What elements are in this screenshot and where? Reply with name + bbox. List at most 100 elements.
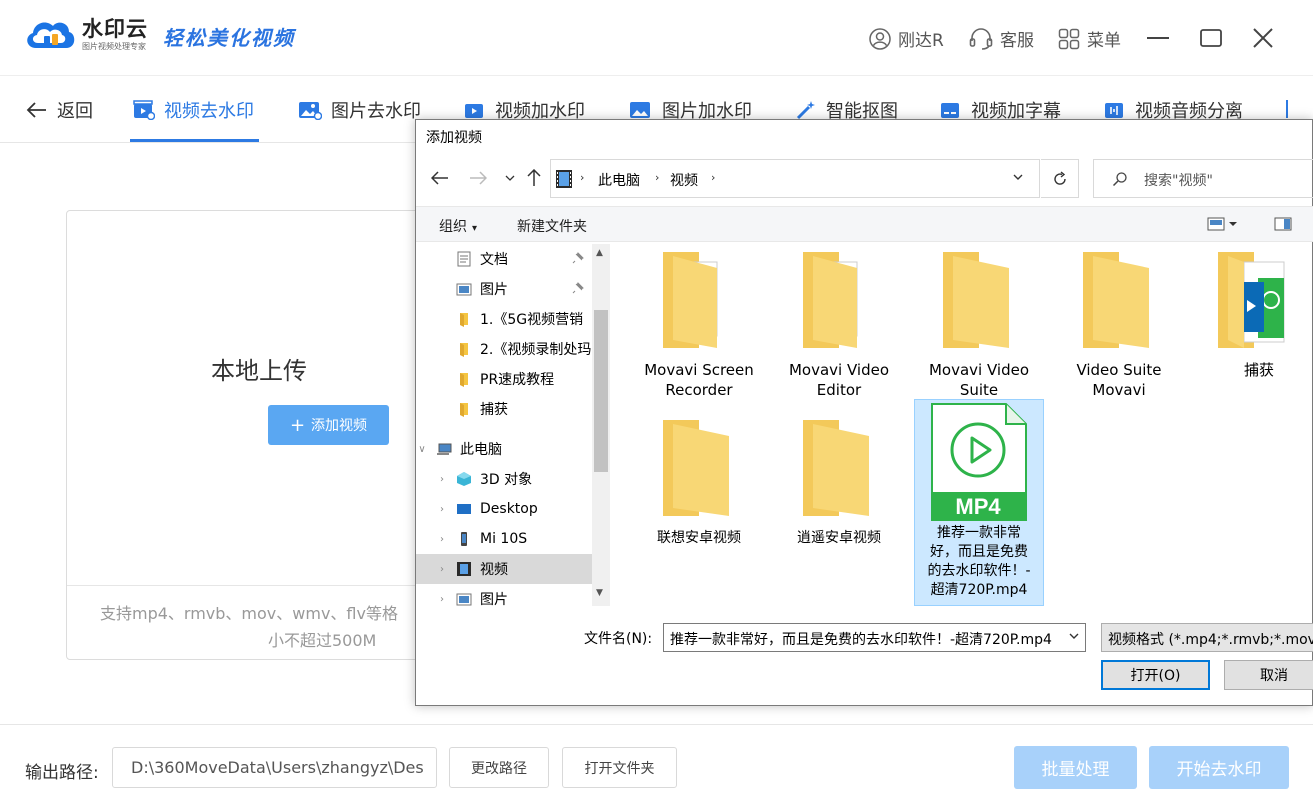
expand-chevron-icon[interactable]: › xyxy=(436,534,448,545)
filename-label: 文件名(N): xyxy=(584,631,653,647)
nav-item-3d-objects[interactable]: › 3D 对象 xyxy=(416,464,592,494)
search-placeholder: 搜索"视频" xyxy=(1144,173,1213,189)
mp4-badge: MP4 xyxy=(955,494,1001,519)
add-video-button[interactable]: + 添加视频 xyxy=(268,405,389,445)
file-item-folder[interactable]: 联想安卓视频 xyxy=(634,412,764,548)
expand-chevron-icon[interactable]: › xyxy=(436,594,448,605)
nav-item-label: 文档 xyxy=(480,252,508,268)
nav-item-documents[interactable]: 文档 xyxy=(416,244,592,274)
tab-video-remove-watermark[interactable]: 视频去水印 xyxy=(133,97,254,123)
nav-item-this-pc[interactable]: ∨ 此电脑 xyxy=(416,434,592,464)
open-folder-button[interactable]: 打开文件夹 xyxy=(562,747,677,788)
tab-label: 图片去水印 xyxy=(331,101,421,122)
nav-item-desktop[interactable]: › Desktop xyxy=(416,494,592,524)
cloud-logo-icon xyxy=(27,22,75,48)
folder-icon xyxy=(1083,252,1149,348)
arrow-left-icon xyxy=(431,171,448,185)
filename-input[interactable]: 推荐一款非常好，而且是免费的去水印软件！-超清720P.mp4 xyxy=(663,623,1086,652)
chevron-down-icon[interactable] xyxy=(1012,171,1024,183)
file-name: Movavi Video Editor xyxy=(788,361,890,399)
open-button[interactable]: 打开(O) xyxy=(1101,660,1210,690)
tab-image-remove-watermark[interactable]: 图片去水印 xyxy=(298,97,421,123)
scrollbar-thumb[interactable] xyxy=(594,310,608,472)
file-item-folder[interactable]: Video Suite Movavi xyxy=(1054,244,1184,400)
minimize-icon xyxy=(1147,37,1169,39)
file-name: 捕获 xyxy=(1243,361,1274,379)
customer-service-button[interactable]: 客服 xyxy=(969,26,1034,51)
nav-item-pictures[interactable]: › 图片 xyxy=(416,584,592,606)
add-video-dialog: 添加视频 › 此电脑 › 视频 › 搜索"视频" 组织 ▾ 新建文件夹 文档 图… xyxy=(415,119,1313,706)
back-nav-button[interactable] xyxy=(430,168,450,188)
batch-process-button[interactable]: 批量处理 xyxy=(1014,746,1137,789)
nav-item-folder[interactable]: 2.《视频录制处玛 xyxy=(416,334,592,364)
expand-chevron-icon[interactable]: › xyxy=(436,504,448,515)
organize-menu[interactable]: 组织 ▾ xyxy=(439,216,477,236)
file-item-folder[interactable]: Movavi Video Editor xyxy=(774,244,904,400)
folder-icon xyxy=(460,313,468,327)
scroll-down-arrow-icon[interactable]: ▼ xyxy=(596,588,603,598)
breadcrumb-this-pc[interactable]: 此电脑 xyxy=(598,170,640,190)
new-folder-button[interactable]: 新建文件夹 xyxy=(517,216,587,236)
refresh-button[interactable] xyxy=(1041,159,1079,198)
pictures-icon xyxy=(456,283,472,296)
cancel-button[interactable]: 取消 xyxy=(1224,660,1313,690)
up-level-button[interactable] xyxy=(524,168,544,188)
recent-locations-button[interactable] xyxy=(500,168,520,188)
audio-split-icon xyxy=(1105,103,1123,118)
output-path-field[interactable]: D:\360MoveData\Users\zhangyz\Des xyxy=(112,747,437,788)
breadcrumb-videos[interactable]: 视频 xyxy=(670,170,698,190)
mp4-file-icon: MP4 xyxy=(931,403,1027,521)
subtitle-icon xyxy=(941,103,959,118)
nav-pane-scrollbar[interactable]: ▲ ▼ xyxy=(592,244,610,606)
nav-item-videos[interactable]: › 视频 xyxy=(416,554,592,584)
file-item-folder[interactable]: 捕获 xyxy=(1194,244,1313,380)
customer-service-label: 客服 xyxy=(1000,31,1034,51)
file-item-folder[interactable]: Movavi Screen Recorder xyxy=(634,244,764,400)
magic-wand-icon xyxy=(796,101,815,120)
dialog-title: 添加视频 xyxy=(426,130,482,146)
expand-chevron-icon[interactable]: › xyxy=(436,564,448,575)
close-icon xyxy=(1253,28,1273,48)
nav-item-folder[interactable]: 1.《5G视频营销 xyxy=(416,304,592,334)
forward-nav-button[interactable] xyxy=(468,168,488,188)
nav-item-folder[interactable]: 捕获 xyxy=(416,394,592,424)
minimize-button[interactable] xyxy=(1144,24,1172,52)
logo-subtitle: 图片视频处理专家 xyxy=(82,41,146,51)
nav-item-pictures[interactable]: 图片 xyxy=(416,274,592,304)
menu-button[interactable]: 菜单 xyxy=(1058,26,1121,51)
scroll-up-arrow-icon[interactable]: ▲ xyxy=(596,248,603,258)
folder-icon xyxy=(803,420,869,516)
file-item-folder[interactable]: 逍遥安卓视频 xyxy=(774,412,904,548)
address-bar[interactable]: › 此电脑 › 视频 › xyxy=(550,159,1040,198)
close-button[interactable] xyxy=(1249,24,1277,52)
nav-item-phone[interactable]: › Mi 10S xyxy=(416,524,592,554)
back-button[interactable]: 返回 xyxy=(26,97,93,123)
nav-item-folder[interactable]: PR速成教程 xyxy=(416,364,592,394)
folder-with-documents-icon xyxy=(663,252,718,348)
collapse-chevron-icon[interactable]: ∨ xyxy=(416,444,428,455)
document-icon xyxy=(457,251,471,267)
filetype-select[interactable]: 视频格式 (*.mp4;*.rmvb;*.mov xyxy=(1101,623,1313,652)
chevron-down-icon[interactable] xyxy=(1068,630,1080,642)
organize-label: 组织 xyxy=(439,219,467,235)
preview-pane-icon[interactable] xyxy=(1274,217,1292,231)
search-input[interactable]: 搜索"视频" xyxy=(1093,159,1313,198)
app-window: 水印云 图片视频处理专家 轻松美化视频 刚达R 客服 菜单 返回 视频去水印 图… xyxy=(0,0,1313,809)
image-icon xyxy=(630,102,650,118)
nav-item-label: 1.《5G视频营销 xyxy=(480,312,584,328)
nav-item-label: Mi 10S xyxy=(480,531,528,547)
slogan: 轻松美化视频 xyxy=(163,26,295,50)
arrow-right-icon xyxy=(470,171,487,185)
file-item-mp4-selected[interactable]: MP4 推荐一款非常 好，而且是免费 的去水印软件！- 超清720P.mp4 xyxy=(914,399,1044,606)
view-options-icon[interactable] xyxy=(1207,217,1239,231)
expand-chevron-icon[interactable]: › xyxy=(436,474,448,485)
logo-name: 水印云 xyxy=(82,16,148,41)
user-account[interactable]: 刚达R xyxy=(869,26,944,51)
change-path-button[interactable]: 更改路径 xyxy=(449,747,549,788)
add-video-label: 添加视频 xyxy=(311,418,368,434)
start-remove-watermark-button[interactable]: 开始去水印 xyxy=(1149,746,1289,789)
maximize-button[interactable] xyxy=(1197,24,1225,52)
pictures-icon xyxy=(456,593,472,606)
file-item-folder[interactable]: Movavi Video Suite xyxy=(914,244,1044,400)
file-list: Movavi Screen Recorder Movavi Video Edit… xyxy=(612,244,1313,606)
